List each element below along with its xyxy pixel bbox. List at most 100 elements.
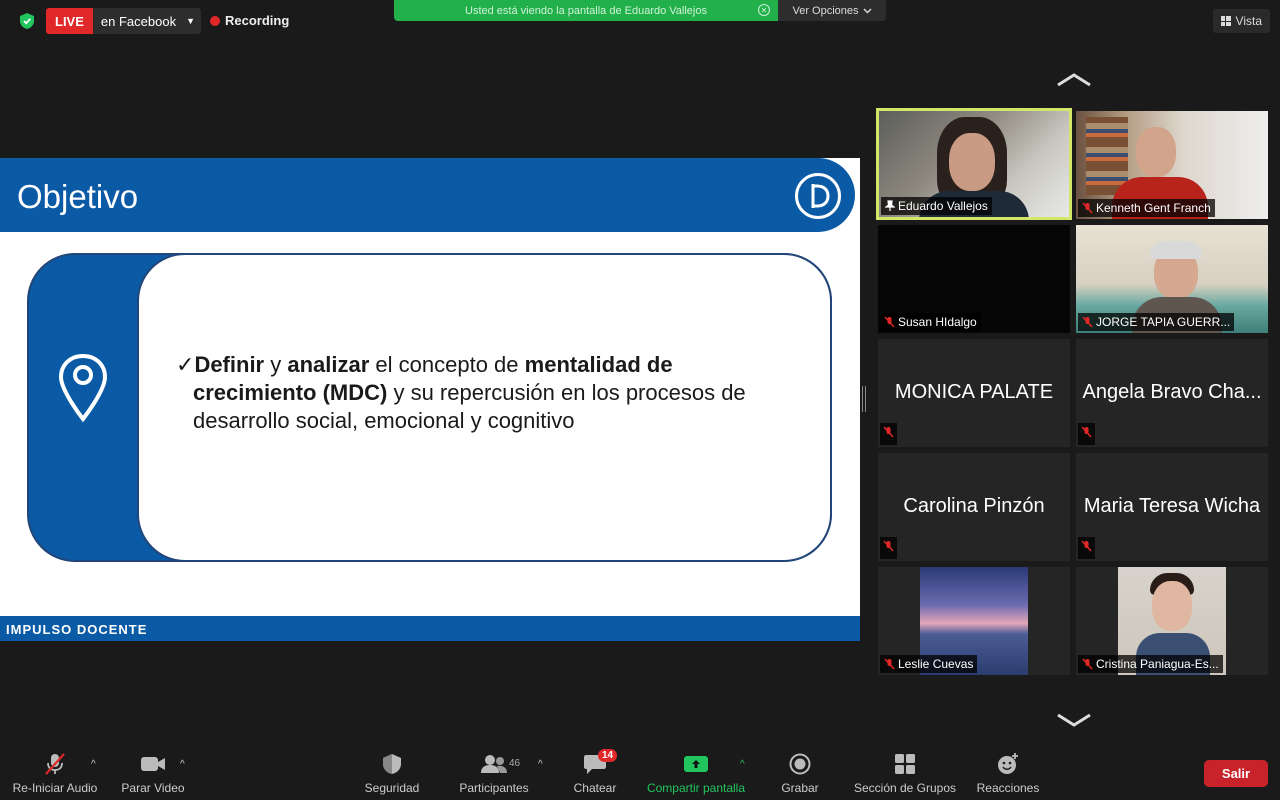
participant-display-name: Angela Bravo Cha...: [1082, 381, 1262, 403]
live-destination-dropdown[interactable]: en Facebook ▼: [92, 8, 201, 34]
participant-name: Leslie Cuevas: [898, 657, 974, 671]
reactions-button[interactable]: Reacciones: [972, 747, 1044, 800]
shared-screen-slide: Objetivo ✓Definir y analizar el concepto…: [0, 158, 860, 641]
mic-muted-icon: [1081, 426, 1092, 438]
caret-down-icon: ▼: [186, 16, 195, 26]
record-button[interactable]: Grabar: [772, 747, 828, 800]
mic-muted-icon: [1082, 202, 1093, 214]
impulso-docente-logo: [795, 173, 841, 219]
view-options-button[interactable]: Ver Opciones: [778, 0, 886, 21]
slide-footer: IMPULSO DOCENTE: [0, 616, 860, 641]
participant-face: [949, 133, 995, 191]
participant-mute-status: [1078, 423, 1095, 445]
viewing-banner-text: Usted está viendo la pantalla de Eduardo…: [465, 4, 707, 17]
gallery-scroll-down-icon[interactable]: [1055, 712, 1093, 728]
mic-muted-icon: [45, 753, 65, 775]
record-label: Grabar: [781, 781, 819, 795]
reactions-label: Reacciones: [976, 781, 1040, 795]
video-camera-icon: [141, 757, 165, 771]
breakout-rooms-label: Sección de Grupos: [853, 781, 957, 795]
participant-tile[interactable]: Leslie Cuevas: [878, 567, 1070, 675]
grid-view-icon: [1220, 16, 1231, 26]
participant-tile[interactable]: Kenneth Gent Franch: [1076, 111, 1268, 219]
video-options-caret-icon[interactable]: ^: [180, 759, 185, 770]
record-icon: [789, 753, 811, 775]
participant-display-name: Maria Teresa Wicha: [1083, 495, 1261, 517]
objective-text-part-2: y: [264, 352, 288, 377]
participant-name-label: Kenneth Gent Franch: [1078, 199, 1215, 217]
chat-label: Chatear: [573, 781, 617, 795]
participant-name: JORGE TAPIA GUERR...: [1096, 315, 1231, 329]
participant-tile[interactable]: Cristina Paniagua-Es...: [1076, 567, 1268, 675]
recording-label: Recording: [225, 13, 290, 28]
recording-indicator[interactable]: Recording: [210, 13, 289, 28]
participant-tile[interactable]: Susan HIdalgo: [878, 225, 1070, 333]
gallery-scroll-up-icon[interactable]: [1055, 72, 1093, 88]
participants-count: 46: [509, 758, 521, 769]
participant-display-name: MONICA PALATE: [894, 381, 1054, 403]
participant-tile[interactable]: Eduardo Vallejos: [876, 108, 1072, 220]
view-layout-label: Vista: [1235, 14, 1262, 28]
leave-meeting-button[interactable]: Salir: [1204, 760, 1268, 787]
checkmark: ✓: [176, 352, 195, 377]
objective-text: ✓Definir y analizar el concepto de menta…: [176, 351, 756, 435]
breakout-rooms-icon: [895, 754, 915, 774]
viewing-screen-banner: Usted está viendo la pantalla de Eduardo…: [394, 0, 778, 21]
participant-name: Cristina Paniagua-Es...: [1096, 657, 1219, 671]
shield-icon: [383, 754, 401, 774]
participant-face: [1152, 581, 1192, 631]
video-button[interactable]: Parar Video: [116, 747, 190, 800]
audio-button[interactable]: Re-Iniciar Audio: [8, 747, 102, 800]
participant-tile[interactable]: JORGE TAPIA GUERR...: [1076, 225, 1268, 333]
chevron-down-icon: [863, 8, 872, 13]
participant-name: Susan HIdalgo: [898, 315, 977, 329]
participant-name-label: JORGE TAPIA GUERR...: [1078, 313, 1235, 331]
participant-face: [1136, 127, 1176, 177]
mic-muted-icon: [883, 540, 894, 552]
security-button[interactable]: Seguridad: [358, 747, 426, 800]
participant-name-label: Leslie Cuevas: [880, 655, 978, 673]
mic-muted-icon: [883, 426, 894, 438]
participant-name-label: Eduardo Vallejos: [881, 197, 992, 215]
audio-label: Re-Iniciar Audio: [12, 781, 98, 795]
participant-tile[interactable]: Carolina Pinzón: [878, 453, 1070, 561]
live-destination-label: en Facebook: [100, 13, 177, 29]
breakout-rooms-button[interactable]: Sección de Grupos: [848, 747, 962, 800]
share-screen-button[interactable]: Compartir pantalla: [640, 747, 752, 800]
mic-muted-icon: [1082, 658, 1093, 670]
participant-tile[interactable]: Maria Teresa Wicha: [1076, 453, 1268, 561]
mic-muted-icon: [1081, 540, 1092, 552]
objective-text-bold-1: Definir: [194, 352, 265, 377]
meeting-toolbar: Re-Iniciar Audio ^ Parar Video ^ Segurid…: [0, 747, 1280, 800]
participant-tile[interactable]: Angela Bravo Cha...: [1076, 339, 1268, 447]
participants-options-caret-icon[interactable]: ^: [538, 759, 543, 770]
slide-footer-text: IMPULSO DOCENTE: [6, 622, 148, 637]
participant-mute-status: [880, 537, 897, 559]
participant-mute-status: [1078, 537, 1095, 559]
audio-options-caret-icon[interactable]: ^: [91, 759, 96, 770]
share-screen-label: Compartir pantalla: [646, 781, 746, 795]
share-options-caret-icon[interactable]: ^: [740, 759, 745, 770]
participant-tile[interactable]: MONICA PALATE: [878, 339, 1070, 447]
participant-name: Eduardo Vallejos: [898, 199, 988, 213]
chat-unread-badge: 14: [598, 749, 618, 762]
participant-display-name: Carolina Pinzón: [903, 495, 1045, 517]
recording-dot-icon: [210, 15, 220, 26]
participants-button[interactable]: Participantes: [452, 747, 536, 800]
mic-muted-icon: [884, 316, 895, 328]
security-label: Seguridad: [364, 781, 420, 795]
participants-label: Participantes: [459, 781, 529, 795]
view-options-label: Ver Opciones: [792, 4, 859, 17]
participant-name-label: Susan HIdalgo: [880, 313, 981, 331]
participant-name-label: Cristina Paniagua-Es...: [1078, 655, 1223, 673]
split-resize-handle[interactable]: [862, 386, 866, 412]
close-banner-icon[interactable]: ✕: [758, 4, 770, 16]
view-layout-button[interactable]: Vista: [1212, 9, 1270, 33]
slide-header: Objetivo: [0, 158, 855, 232]
objective-text-part-4: el concepto de: [369, 352, 525, 377]
participant-hair: [1150, 241, 1202, 259]
zoom-meeting-window: LIVE en Facebook ▼ Recording Usted está …: [0, 0, 1280, 800]
security-shield-icon[interactable]: [14, 9, 40, 33]
live-stream-indicator[interactable]: LIVE en Facebook ▼: [46, 8, 201, 34]
live-badge: LIVE: [46, 8, 93, 34]
